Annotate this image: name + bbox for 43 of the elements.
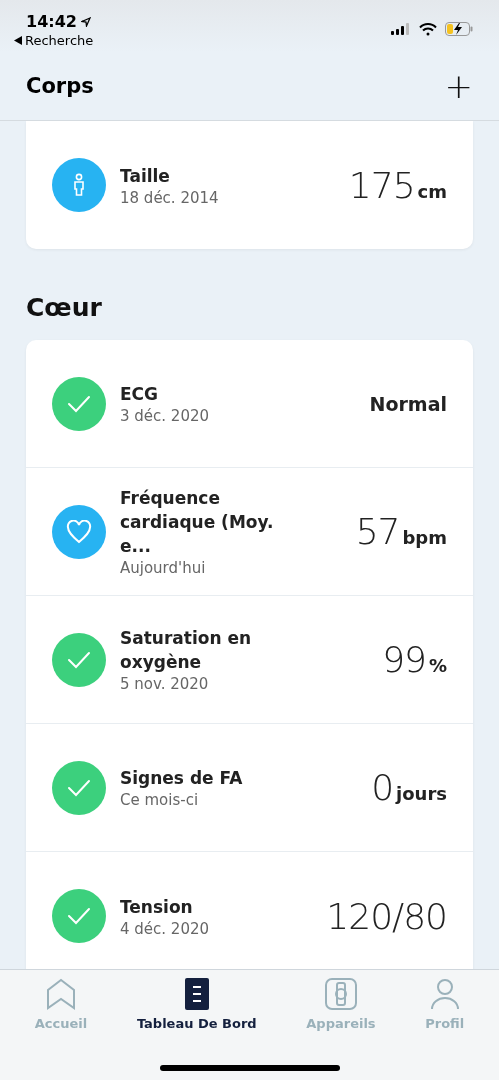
metric-unit: bpm (402, 527, 447, 548)
metric-unit: cm (417, 180, 447, 202)
person-icon (71, 173, 87, 197)
metric-value: 120/80 (326, 895, 447, 937)
metric-name: Signes de FA (120, 767, 244, 790)
metric-date: 4 déc. 2020 (120, 919, 211, 938)
person-icon (429, 978, 460, 1010)
metric-name: Saturation en oxygène (120, 627, 253, 674)
check-icon (67, 778, 91, 797)
add-button[interactable]: + (444, 69, 473, 103)
section-title: Cœur (26, 293, 103, 322)
metric-value: 175 (348, 164, 415, 206)
clock-time: 14:42 (26, 12, 77, 31)
heart-icon (66, 519, 92, 544)
battery-charging-icon (445, 22, 473, 36)
tab[interactable]: Tableau De Bord (132, 978, 261, 1031)
check-icon (67, 394, 91, 413)
metric-name: Taille (120, 164, 171, 188)
metric-name: ECG (120, 383, 160, 406)
watch-icon (324, 978, 357, 1010)
metric-date: 18 déc. 2014 (120, 188, 220, 207)
metric-value: 57 (355, 511, 400, 552)
metric-date: Aujourd'hui (120, 559, 207, 577)
check-icon (67, 907, 91, 925)
back-triangle-icon[interactable] (14, 36, 22, 45)
metric-unit: jours (396, 783, 447, 804)
metric-value: Normal (369, 392, 447, 415)
metric-date: 3 déc. 2020 (120, 407, 211, 425)
check-icon (67, 650, 91, 669)
wifi-icon (419, 22, 437, 36)
metric-name: Fréquence cardiaque (Moy. e... (120, 487, 275, 558)
metric-date: 5 nov. 2020 (120, 675, 210, 693)
page-title: Corps (26, 74, 94, 98)
location-arrow-icon (80, 16, 91, 27)
metric-name: Tension (120, 895, 194, 919)
metric-value: 0 (371, 767, 394, 808)
bookmark-house-icon (46, 978, 77, 1010)
metric-unit: % (428, 655, 447, 676)
signal-icon (391, 23, 411, 35)
document-list-icon (184, 978, 209, 1010)
back-link[interactable]: Recherche (25, 33, 94, 48)
metric-value: 99 (382, 639, 426, 680)
metric-date: Ce mois-ci (120, 791, 200, 809)
